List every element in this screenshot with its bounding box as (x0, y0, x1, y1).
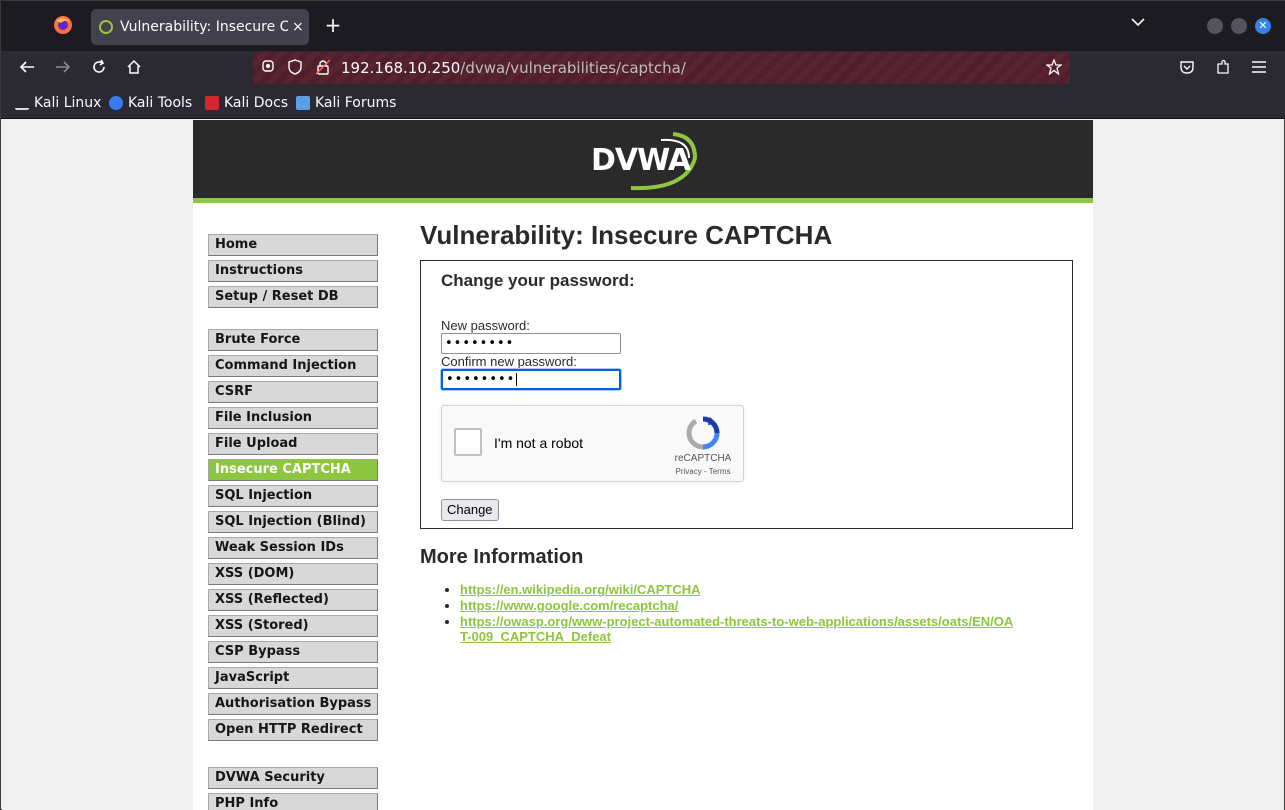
url-text[interactable]: 192.168.10.250/dvwa/vulnerabilities/capt… (341, 59, 686, 77)
new-password-field[interactable]: •••••••• (441, 333, 621, 354)
more-information-links: https://en.wikipedia.org/wiki/CAPTCHA ht… (460, 582, 1020, 645)
menu-item-setup-reset-db[interactable]: Setup / Reset DB (208, 286, 378, 308)
bookmark-kali-tools[interactable]: Kali Tools (109, 95, 192, 111)
menu-item-file-inclusion[interactable]: File Inclusion (208, 407, 378, 429)
insecure-lock-icon[interactable] (314, 59, 332, 77)
menu-item-command-injection[interactable]: Command Injection (208, 355, 378, 377)
menu-item-instructions[interactable]: Instructions (208, 260, 378, 282)
browser-tab[interactable]: Vulnerability: Insecure CA × (91, 9, 309, 45)
new-password-value: •••••••• (445, 336, 515, 351)
kali-forums-icon (296, 96, 310, 110)
info-link-owasp[interactable]: https://owasp.org/www-project-automated-… (460, 614, 1013, 644)
web-page: DVWA Home Instructions Setup / Reset DB Bru… (2, 120, 1284, 810)
new-password-label: New password: (441, 318, 530, 333)
menu-item-php-info[interactable]: PHP Info (208, 793, 378, 810)
minimize-button[interactable] (1207, 18, 1223, 34)
bookmark-label: Kali Forums (315, 95, 397, 111)
menu-item-csrf[interactable]: CSRF (208, 381, 378, 403)
dvwa-header: DVWA (193, 120, 1093, 203)
page-title: Vulnerability: Insecure CAPTCHA (420, 220, 833, 250)
form-heading: Change your password: (441, 271, 635, 290)
menu-item-brute-force[interactable]: Brute Force (208, 329, 378, 351)
bookmark-label: Kali Linux (34, 95, 102, 111)
bookmark-kali-linux[interactable]: Kali Linux (15, 95, 101, 111)
dvwa-container: DVWA Home Instructions Setup / Reset DB Bru… (193, 120, 1093, 810)
list-item: https://owasp.org/www-project-automated-… (460, 614, 1020, 644)
new-tab-button[interactable]: + (322, 15, 344, 37)
menu-item-dvwa-security[interactable]: DVWA Security (208, 767, 378, 789)
reload-icon[interactable] (89, 59, 109, 79)
bookmarks-bar: Kali Linux Kali Tools Kali Docs Kali For… (1, 87, 1285, 119)
menu-item-file-upload[interactable]: File Upload (208, 433, 378, 455)
home-icon[interactable] (124, 59, 144, 79)
firefox-icon[interactable] (51, 13, 75, 37)
extensions-icon[interactable] (1213, 59, 1233, 79)
confirm-password-field[interactable]: •••••••• (441, 369, 621, 390)
kali-docs-icon (205, 96, 219, 110)
info-link-recaptcha[interactable]: https://www.google.com/recaptcha/ (460, 598, 678, 613)
change-button[interactable]: Change (441, 499, 499, 521)
navigation-bar: 192.168.10.250/dvwa/vulnerabilities/capt… (1, 51, 1285, 87)
logo-text: DVWA (591, 143, 691, 178)
menu-item-authorisation-bypass[interactable]: Authorisation Bypass (208, 693, 378, 715)
recaptcha-logo-icon (686, 416, 720, 450)
url-path: /dvwa/vulnerabilities/captcha/ (460, 59, 686, 77)
more-information-heading: More Information (420, 546, 584, 568)
url-host: 192.168.10.250 (341, 59, 461, 77)
menu-item-weak-session-ids[interactable]: Weak Session IDs (208, 537, 378, 559)
menu-item-home[interactable]: Home (208, 234, 378, 256)
app-menu-icon[interactable] (1249, 59, 1269, 79)
confirm-password-value: •••••••• (446, 372, 516, 387)
forward-icon[interactable] (53, 59, 73, 79)
dvwa-logo[interactable]: DVWA (591, 130, 701, 192)
tab-bar: Vulnerability: Insecure CA × + ✕ (1, 1, 1285, 51)
recaptcha-label: I'm not a robot (494, 435, 584, 451)
confirm-password-label: Confirm new password: (441, 354, 577, 369)
menu-item-csp-bypass[interactable]: CSP Bypass (208, 641, 378, 663)
menu-item-xss-stored[interactable]: XSS (Stored) (208, 615, 378, 637)
tab-favicon-icon (99, 20, 113, 34)
url-bar[interactable]: 192.168.10.250/dvwa/vulnerabilities/capt… (253, 52, 1070, 84)
window-close-button[interactable]: ✕ (1255, 18, 1271, 34)
menu-item-open-http-redirect[interactable]: Open HTTP Redirect (208, 719, 378, 741)
list-tabs-chevron-icon[interactable] (1131, 15, 1145, 31)
menu-item-sql-injection-blind[interactable]: SQL Injection (Blind) (208, 511, 378, 533)
remote-control-icon[interactable] (259, 59, 277, 77)
bookmark-star-icon[interactable] (1045, 58, 1063, 77)
text-caret (516, 373, 518, 386)
kali-dragon-icon (15, 96, 29, 110)
bookmark-label: Kali Tools (128, 95, 193, 111)
recaptcha-privacy-terms[interactable]: Privacy - Terms (667, 467, 739, 476)
list-item: https://www.google.com/recaptcha/ (460, 598, 1020, 613)
maximize-button[interactable] (1231, 18, 1247, 34)
recaptcha-brand: reCAPTCHA (674, 453, 732, 464)
list-item: https://en.wikipedia.org/wiki/CAPTCHA (460, 582, 1020, 597)
menu-item-xss-dom[interactable]: XSS (DOM) (208, 563, 378, 585)
kali-tools-icon (109, 96, 123, 110)
menu-item-javascript[interactable]: JavaScript (208, 667, 378, 689)
tab-close-icon[interactable]: × (292, 19, 304, 35)
change-password-form: Change your password: New password: ••••… (420, 260, 1073, 529)
pocket-icon[interactable] (1177, 59, 1197, 79)
bookmark-label: Kali Docs (224, 95, 289, 111)
back-icon[interactable] (17, 59, 37, 79)
tracking-protection-shield-icon[interactable] (286, 59, 304, 77)
browser-window: Vulnerability: Insecure CA × + ✕ 192.168… (0, 0, 1285, 810)
bookmark-kali-forums[interactable]: Kali Forums (296, 95, 396, 111)
menu-item-sql-injection[interactable]: SQL Injection (208, 485, 378, 507)
menu-item-xss-reflected[interactable]: XSS (Reflected) (208, 589, 378, 611)
recaptcha-widget: I'm not a robot reCAPTCHA Privacy - Term… (441, 405, 744, 482)
recaptcha-checkbox[interactable] (454, 428, 482, 456)
bookmark-kali-docs[interactable]: Kali Docs (205, 95, 288, 111)
tab-title: Vulnerability: Insecure CA (120, 19, 288, 35)
menu-item-insecure-captcha[interactable]: Insecure CAPTCHA (208, 459, 378, 481)
info-link-wikipedia[interactable]: https://en.wikipedia.org/wiki/CAPTCHA (460, 582, 701, 597)
